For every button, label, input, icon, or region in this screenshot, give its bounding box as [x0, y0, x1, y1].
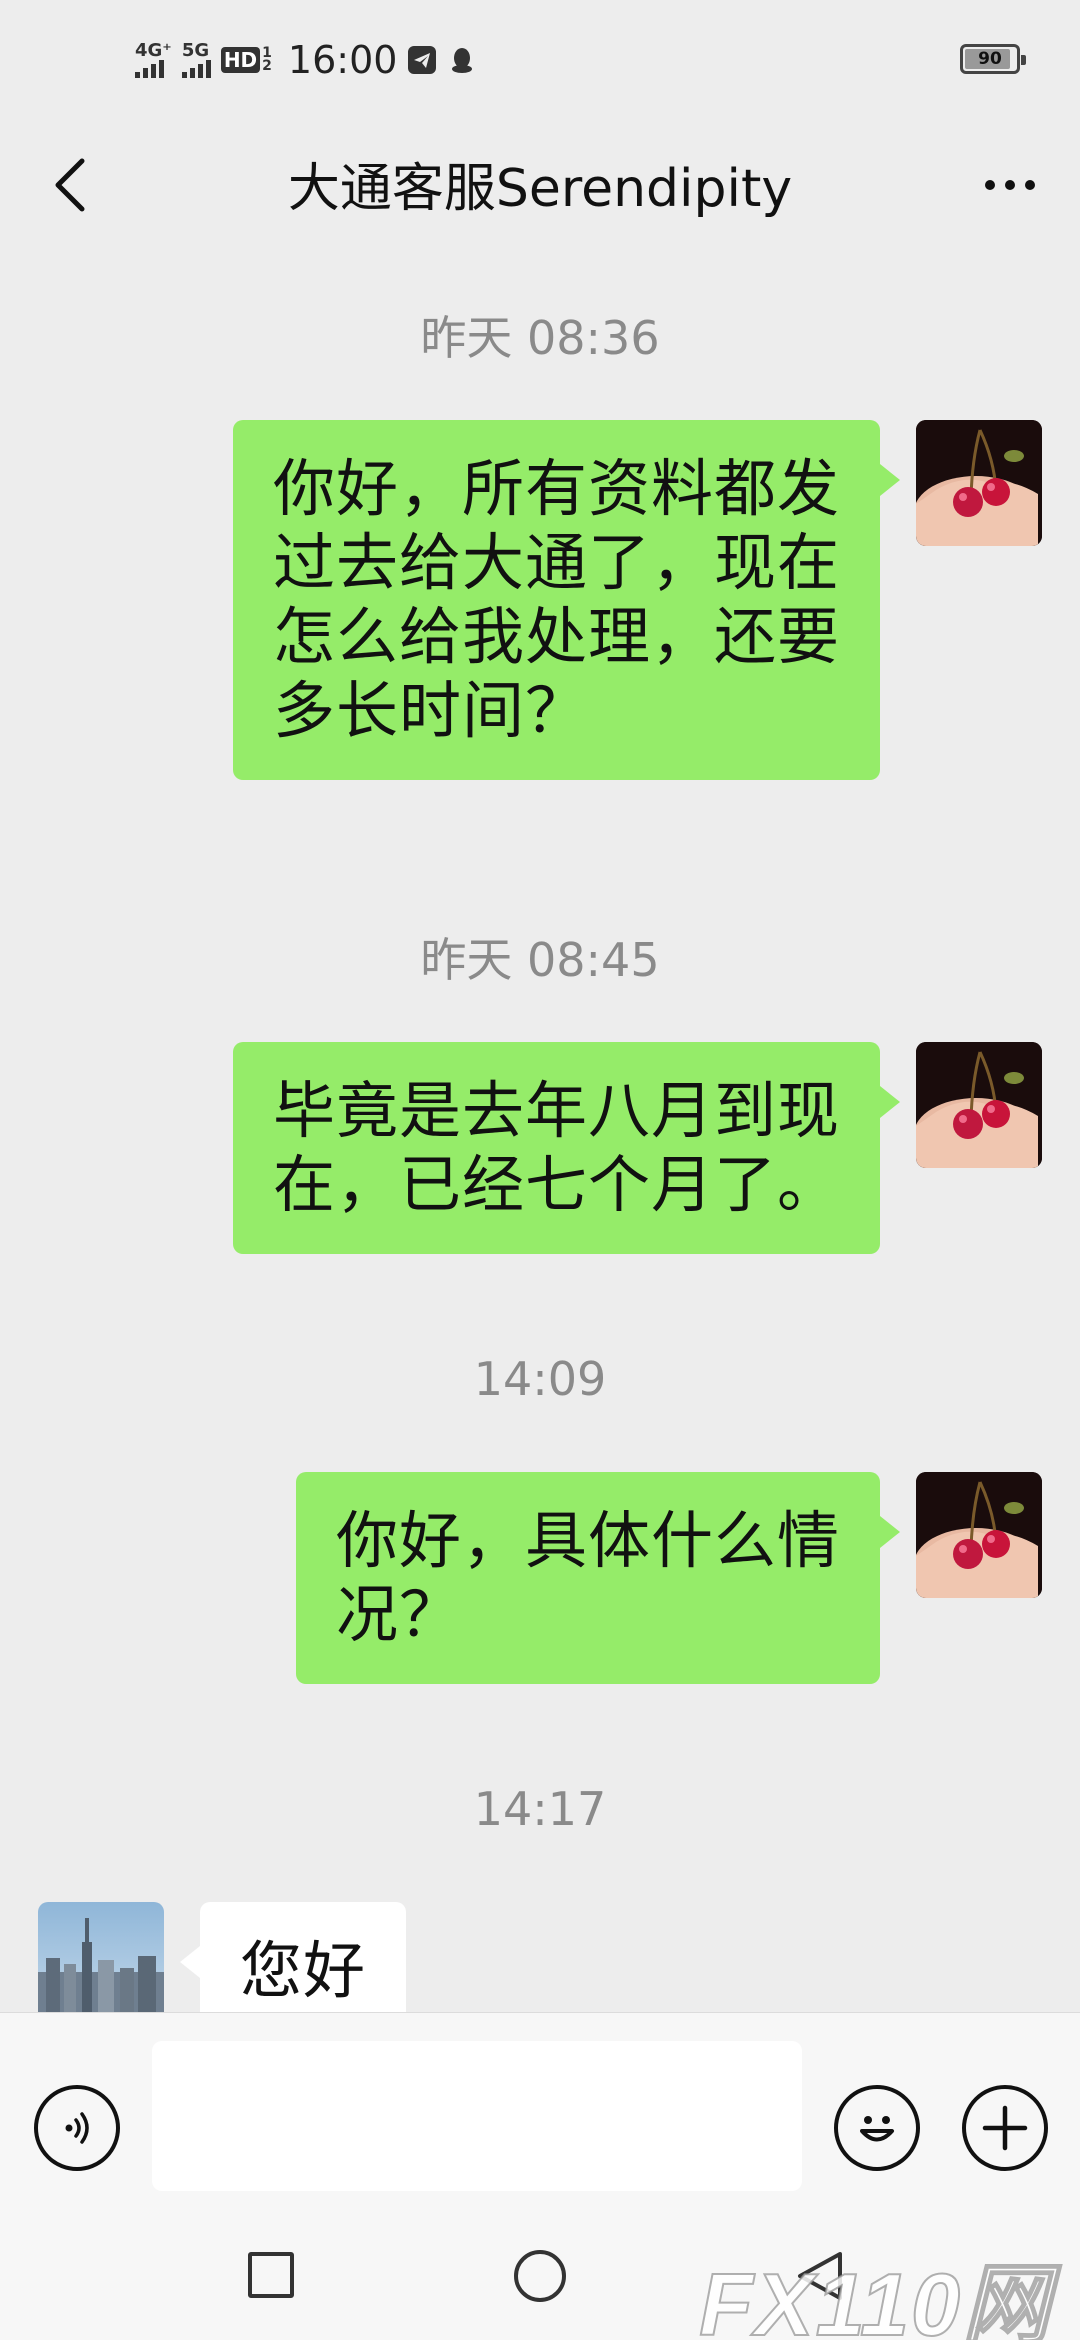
message-line: 在，已经七个月了。 — [272, 1148, 840, 1221]
message-line: 怎么给我处理，还要 — [272, 600, 840, 673]
sent-message-bubble[interactable]: 毕竟是去年八月到现 在，已经七个月了。 — [232, 1042, 901, 1254]
system-navigation-bar: FX110网 — [0, 2212, 1080, 2340]
chat-title: 大通客服Serendipity — [287, 159, 793, 219]
voice-icon — [65, 2112, 89, 2144]
message-input[interactable] — [152, 2041, 802, 2191]
qq-icon — [452, 48, 473, 73]
message-line: 您好 — [240, 1934, 367, 2007]
my-avatar[interactable] — [916, 1042, 1042, 1168]
network-type-2: 5G — [181, 40, 210, 61]
recent-apps-button[interactable] — [248, 2252, 294, 2298]
cherry-avatar-image — [916, 1472, 1042, 1598]
timestamp: 14:17 — [473, 1782, 607, 1836]
chat-screen: 4G⁺ 5G HD 1 2 16:00 90 大通客服Serendipity 昨… — [0, 0, 1080, 2340]
more-dot — [1025, 180, 1035, 190]
message-line: 过去给大通了，现在 — [272, 526, 840, 599]
battery-icon: 90 — [960, 44, 1026, 74]
sent-message-bubble[interactable]: 你好，具体什么情 况？ — [295, 1472, 901, 1684]
received-message-bubble[interactable]: 您好 — [179, 1902, 407, 2012]
plus-icon — [982, 2105, 1028, 2151]
telegram-icon — [408, 46, 437, 74]
input-bar — [0, 2012, 1080, 2212]
signal-bars-icon — [135, 60, 164, 78]
chat-area[interactable]: 昨天 08:36 你好，所有资料都发 过去给大通了，现在 怎么给我处理，还要 多… — [0, 252, 1080, 2012]
watermark-logo: FX110网 — [698, 2254, 1052, 2340]
hd-sub: 1 2 — [262, 46, 272, 74]
signal-bars-icon — [181, 60, 211, 78]
message-line: 你好，所有资料都发 — [272, 452, 840, 525]
message-line: 多长时间？ — [272, 674, 588, 747]
my-avatar[interactable] — [916, 1472, 1042, 1598]
status-time: 16:00 — [287, 38, 398, 82]
timestamp: 昨天 08:45 — [420, 933, 660, 987]
message-line: 毕竟是去年八月到现 — [272, 1074, 840, 1147]
home-button[interactable] — [514, 2250, 566, 2302]
more-dot — [1005, 180, 1015, 190]
emoji-button[interactable] — [834, 2085, 920, 2171]
voice-button[interactable] — [34, 2085, 120, 2171]
sent-message-bubble[interactable]: 你好，所有资料都发 过去给大通了，现在 怎么给我处理，还要 多长时间？ — [232, 420, 901, 780]
plus-button[interactable] — [962, 2085, 1048, 2171]
message-line: 你好，具体什么情 — [335, 1504, 840, 1577]
more-button[interactable] — [960, 140, 1060, 230]
hd-badge: HD — [220, 47, 261, 73]
cherry-avatar-image — [916, 1042, 1042, 1168]
status-left: 4G⁺ 5G HD 1 2 16:00 — [135, 38, 477, 82]
more-dots-icon — [985, 180, 995, 190]
signal-5g: 5G — [181, 40, 211, 78]
contact-avatar[interactable] — [38, 1902, 164, 2012]
battery-text: 90 — [978, 49, 1002, 69]
status-bar: 4G⁺ 5G HD 1 2 16:00 90 — [0, 0, 1080, 118]
hd-sub-bottom: 2 — [262, 58, 272, 74]
nav-bar: 大通客服Serendipity — [0, 118, 1080, 252]
battery-tip — [1021, 55, 1026, 65]
city-avatar-image — [38, 1902, 164, 2012]
message-line: 况？ — [335, 1578, 462, 1651]
network-type-1: 4G⁺ — [135, 40, 172, 61]
timestamp: 昨天 08:36 — [420, 311, 660, 365]
my-avatar[interactable] — [916, 420, 1042, 546]
signal-4g: 4G⁺ — [135, 42, 172, 78]
timestamp: 14:09 — [473, 1352, 607, 1406]
cherry-avatar-image — [916, 420, 1042, 546]
emoji-icon — [860, 2116, 894, 2142]
